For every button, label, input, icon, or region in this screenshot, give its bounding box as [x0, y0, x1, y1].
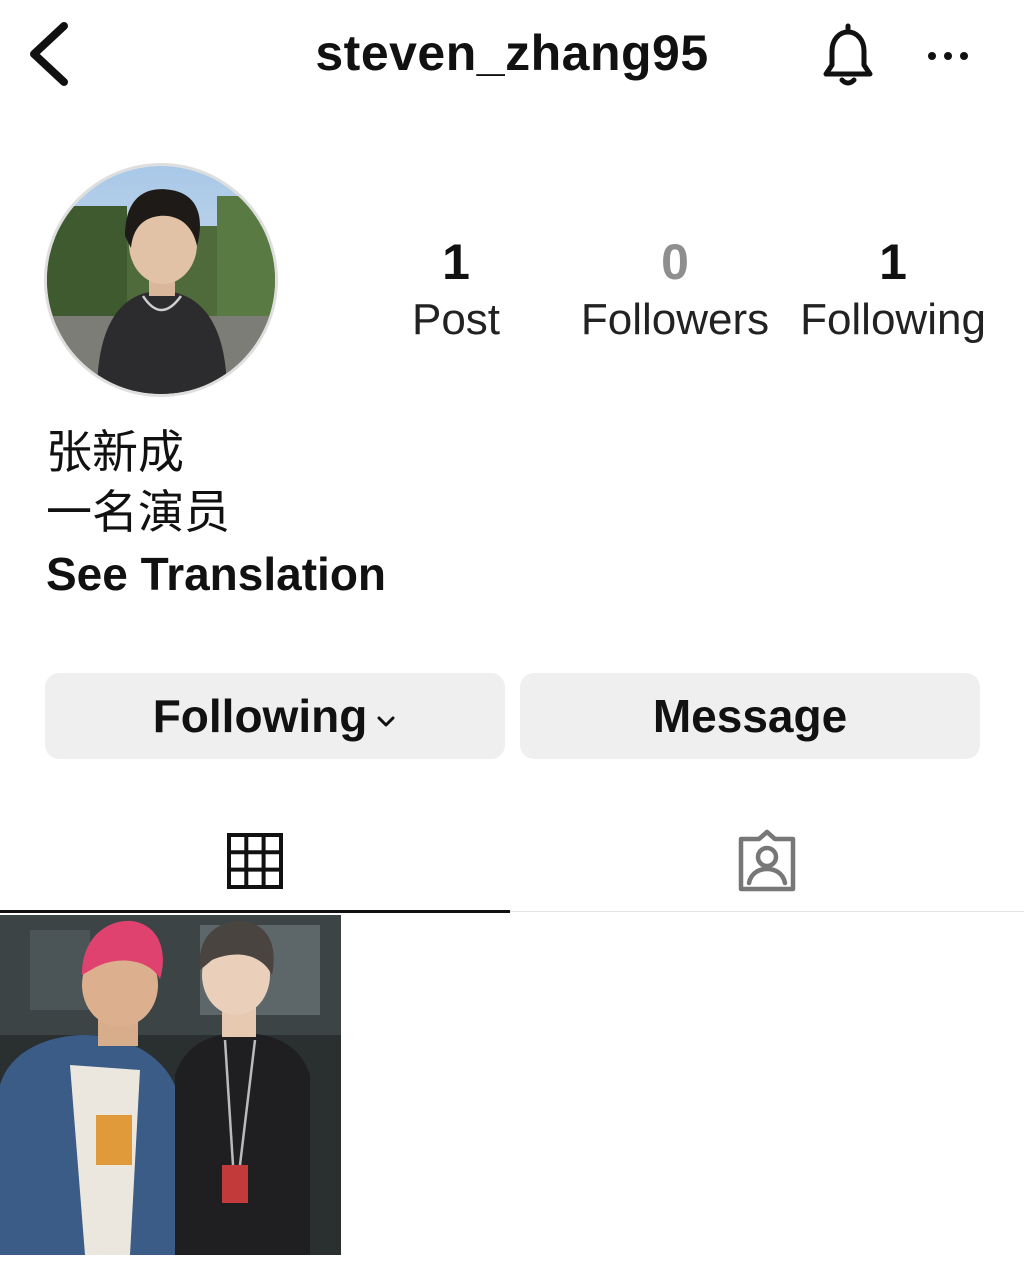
- more-options-button[interactable]: [920, 34, 976, 74]
- following-label: Following: [800, 295, 986, 344]
- followers-count: 0: [661, 234, 689, 290]
- tab-tagged[interactable]: [510, 808, 1024, 914]
- tab-posts-grid[interactable]: [0, 808, 510, 914]
- see-translation-link[interactable]: See Translation: [46, 544, 386, 604]
- followers-count-stat[interactable]: 0 Followers: [570, 232, 780, 348]
- back-button[interactable]: [22, 18, 78, 90]
- following-count: 1: [879, 234, 907, 290]
- followers-label: Followers: [580, 295, 770, 344]
- post-thumbnail[interactable]: [0, 915, 341, 1255]
- posts-label: Post: [411, 295, 501, 344]
- profile-avatar[interactable]: [44, 163, 278, 397]
- bell-icon: [823, 23, 873, 86]
- following-count-stat[interactable]: 1 Following: [790, 232, 996, 348]
- posts-count: 1: [442, 234, 470, 290]
- posts-count-stat[interactable]: 1 Post: [376, 232, 536, 348]
- profile-username: steven_zhang95: [315, 25, 709, 81]
- tab-divider: [510, 911, 1024, 912]
- more-horizontal-icon: [928, 52, 968, 60]
- chevron-left-icon: [30, 22, 68, 86]
- active-tab-indicator: [0, 910, 510, 913]
- profile-screen: steven_zhang95 1 Post 0 Followers 1 Foll…: [0, 0, 1024, 1278]
- notifications-button[interactable]: [812, 18, 884, 90]
- following-button[interactable]: Following: [45, 673, 505, 759]
- display-name: 张新成: [46, 425, 184, 479]
- following-button-label: Following: [152, 690, 368, 742]
- message-button-label: Message: [652, 690, 848, 742]
- message-button[interactable]: Message: [520, 673, 980, 759]
- chevron-down-icon: [375, 689, 397, 743]
- profile-bio: 张新成 一名演员 See Translation: [46, 422, 386, 604]
- tagged-person-icon: [738, 829, 796, 892]
- grid-icon: [227, 833, 283, 889]
- bio-text: 一名演员: [46, 485, 230, 539]
